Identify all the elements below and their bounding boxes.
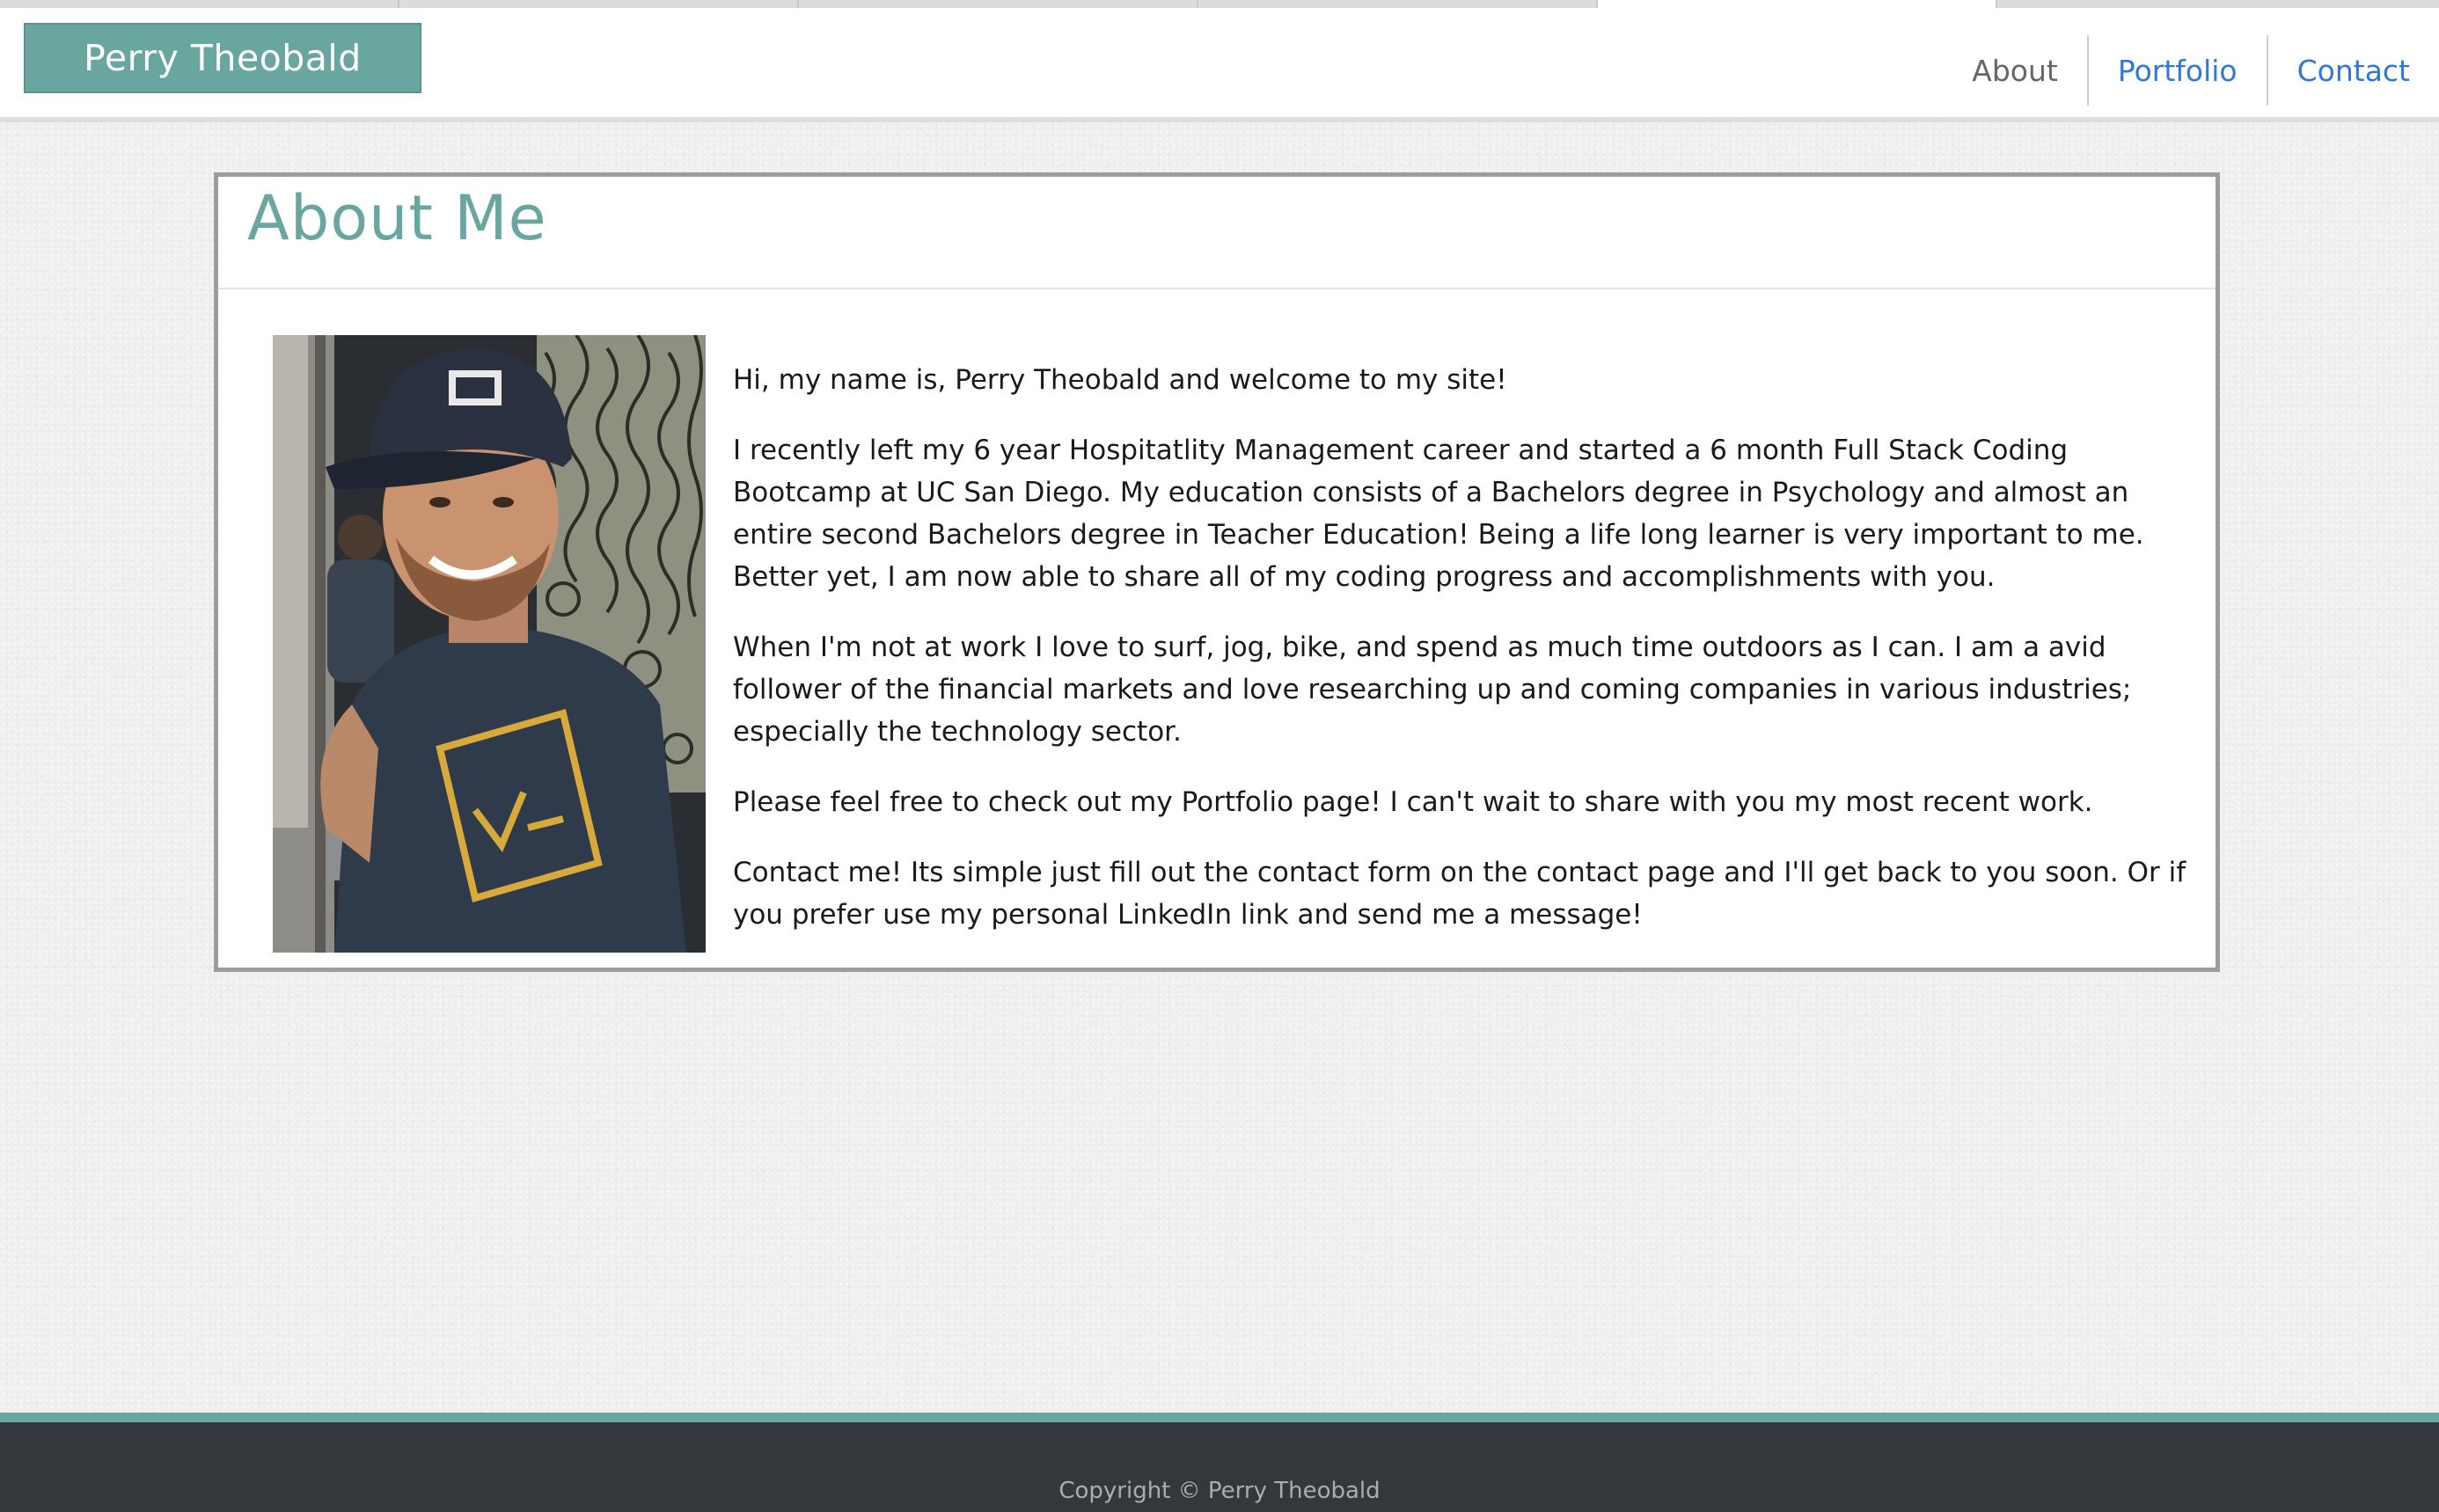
tab-strip-segment-active xyxy=(1598,0,1997,8)
about-card-header: About Me xyxy=(218,177,2216,289)
main-nav: About Portfolio Contact xyxy=(1943,32,2439,109)
about-paragraph-contact: Contact me! Its simple just fill out the… xyxy=(733,857,2186,931)
nav-link-portfolio[interactable]: Portfolio xyxy=(2089,32,2267,109)
about-card: About Me Hi, my name is, Perry Theobald … xyxy=(214,172,2220,972)
portrait-photo-icon xyxy=(273,335,706,953)
tab-strip-segment xyxy=(0,0,399,8)
tab-strip-segment xyxy=(1198,0,1598,8)
about-paragraph-career: I recently left my 6 year Hospitatlity M… xyxy=(733,435,2144,593)
footer: Copyright © Perry Theobald xyxy=(0,1413,2439,1512)
nav-link-about[interactable]: About xyxy=(1943,32,2087,109)
top-tab-strip xyxy=(0,0,2439,8)
tab-strip-segment xyxy=(399,0,799,8)
about-text: Hi, my name is, Perry Theobald and welco… xyxy=(733,359,2194,964)
page-title: About Me xyxy=(247,182,547,254)
footer-copyright: Copyright © Perry Theobald xyxy=(1058,1478,1381,1504)
tab-strip-segment xyxy=(1997,0,2439,8)
brand-logo-link[interactable]: Perry Theobald xyxy=(24,23,421,93)
tab-strip-segment xyxy=(799,0,1198,8)
about-paragraph-intro: Hi, my name is, Perry Theobald and welco… xyxy=(733,364,1507,396)
about-paragraph-hobbies: When I'm not at work I love to surf, jog… xyxy=(733,632,2132,748)
nav-link-contact[interactable]: Contact xyxy=(2268,32,2439,109)
portrait-photo-art xyxy=(273,335,706,953)
about-paragraph-portfolio: Please feel free to check out my Portfol… xyxy=(733,786,2093,818)
navbar: Perry Theobald About Portfolio Contact xyxy=(0,8,2439,122)
